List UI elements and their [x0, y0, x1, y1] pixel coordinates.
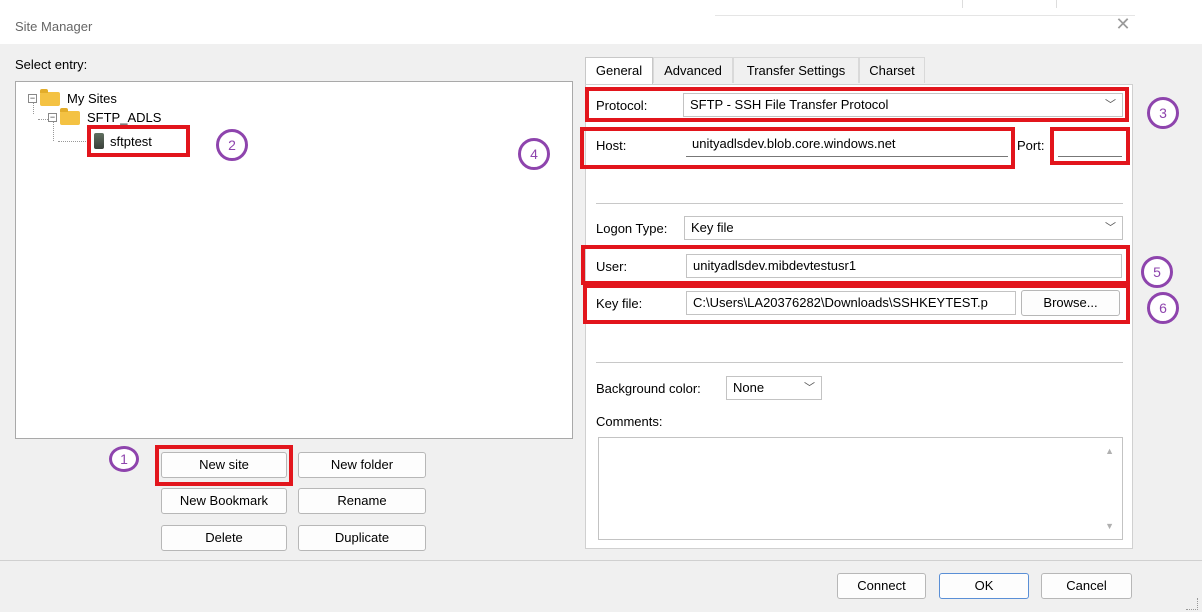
annotation-marker-5: 5: [1141, 256, 1173, 288]
chevron-down-icon: ﹀: [1105, 222, 1116, 234]
tree-item-label: SFTP_ADLS: [87, 110, 162, 125]
tab-transfer-settings[interactable]: Transfer Settings: [733, 57, 859, 83]
highlight-box-sftptest: [87, 125, 190, 157]
tree-item-label: My Sites: [67, 91, 117, 106]
ok-button[interactable]: OK: [939, 573, 1029, 599]
highlight-box-host: [580, 127, 1015, 169]
new-folder-button[interactable]: New folder: [298, 452, 426, 478]
close-icon[interactable]: ✕: [1113, 14, 1133, 34]
tab-charset[interactable]: Charset: [859, 57, 925, 83]
duplicate-button[interactable]: Duplicate: [298, 525, 426, 551]
background-color-select[interactable]: None ﹀: [726, 376, 822, 400]
rename-button[interactable]: Rename: [298, 488, 426, 514]
title-bar: Site Manager ✕: [0, 0, 1202, 44]
annotation-marker-1: 1: [109, 446, 139, 472]
collapse-icon[interactable]: −: [28, 94, 37, 103]
scroll-down-icon[interactable]: ▼: [1105, 521, 1114, 531]
comments-textarea[interactable]: ▲ ▼: [598, 437, 1123, 540]
annotation-marker-3: 3: [1147, 97, 1179, 129]
resize-grip[interactable]: [1186, 598, 1198, 610]
chevron-down-icon: ﹀: [804, 382, 815, 394]
port-label: Port:: [1017, 138, 1045, 153]
comments-label: Comments:: [596, 414, 663, 429]
annotation-marker-6: 6: [1147, 292, 1179, 324]
collapse-icon[interactable]: −: [48, 113, 57, 122]
annotation-marker-2: 2: [216, 129, 248, 161]
background-color-label: Background color:: [596, 381, 701, 396]
divider: [596, 362, 1123, 363]
highlight-box-protocol: [585, 87, 1129, 122]
delete-button[interactable]: Delete: [161, 525, 287, 551]
connect-button[interactable]: Connect: [837, 573, 926, 599]
logon-type-value: Key file: [691, 220, 734, 235]
highlight-box-user: [581, 245, 1130, 285]
background-color-value: None: [733, 380, 765, 395]
select-entry-label: Select entry:: [15, 57, 88, 72]
highlight-box-new-site: [155, 445, 293, 486]
site-manager-window: Site Manager ✕ Select entry: − My Sites …: [0, 0, 1202, 612]
window-title: Site Manager: [15, 19, 93, 34]
tab-advanced[interactable]: Advanced: [653, 57, 733, 83]
tab-general[interactable]: General: [585, 57, 653, 85]
highlight-box-key-file: [583, 284, 1130, 324]
logon-type-select[interactable]: Key file ﹀: [684, 216, 1123, 240]
new-bookmark-button[interactable]: New Bookmark: [161, 488, 287, 514]
folder-icon: [40, 88, 60, 106]
footer-divider: [0, 560, 1202, 561]
highlight-box-port: [1050, 127, 1130, 165]
background-window-edge: [715, 0, 1135, 16]
scroll-up-icon[interactable]: ▲: [1105, 446, 1114, 456]
tree-item-sftp-adls[interactable]: − SFTP_ADLS: [48, 107, 162, 125]
divider: [596, 203, 1123, 204]
tree-item-my-sites[interactable]: − My Sites: [28, 88, 117, 106]
annotation-marker-4: 4: [518, 138, 550, 170]
cancel-button[interactable]: Cancel: [1041, 573, 1132, 599]
folder-icon: [60, 107, 80, 125]
logon-type-label: Logon Type:: [596, 221, 668, 236]
